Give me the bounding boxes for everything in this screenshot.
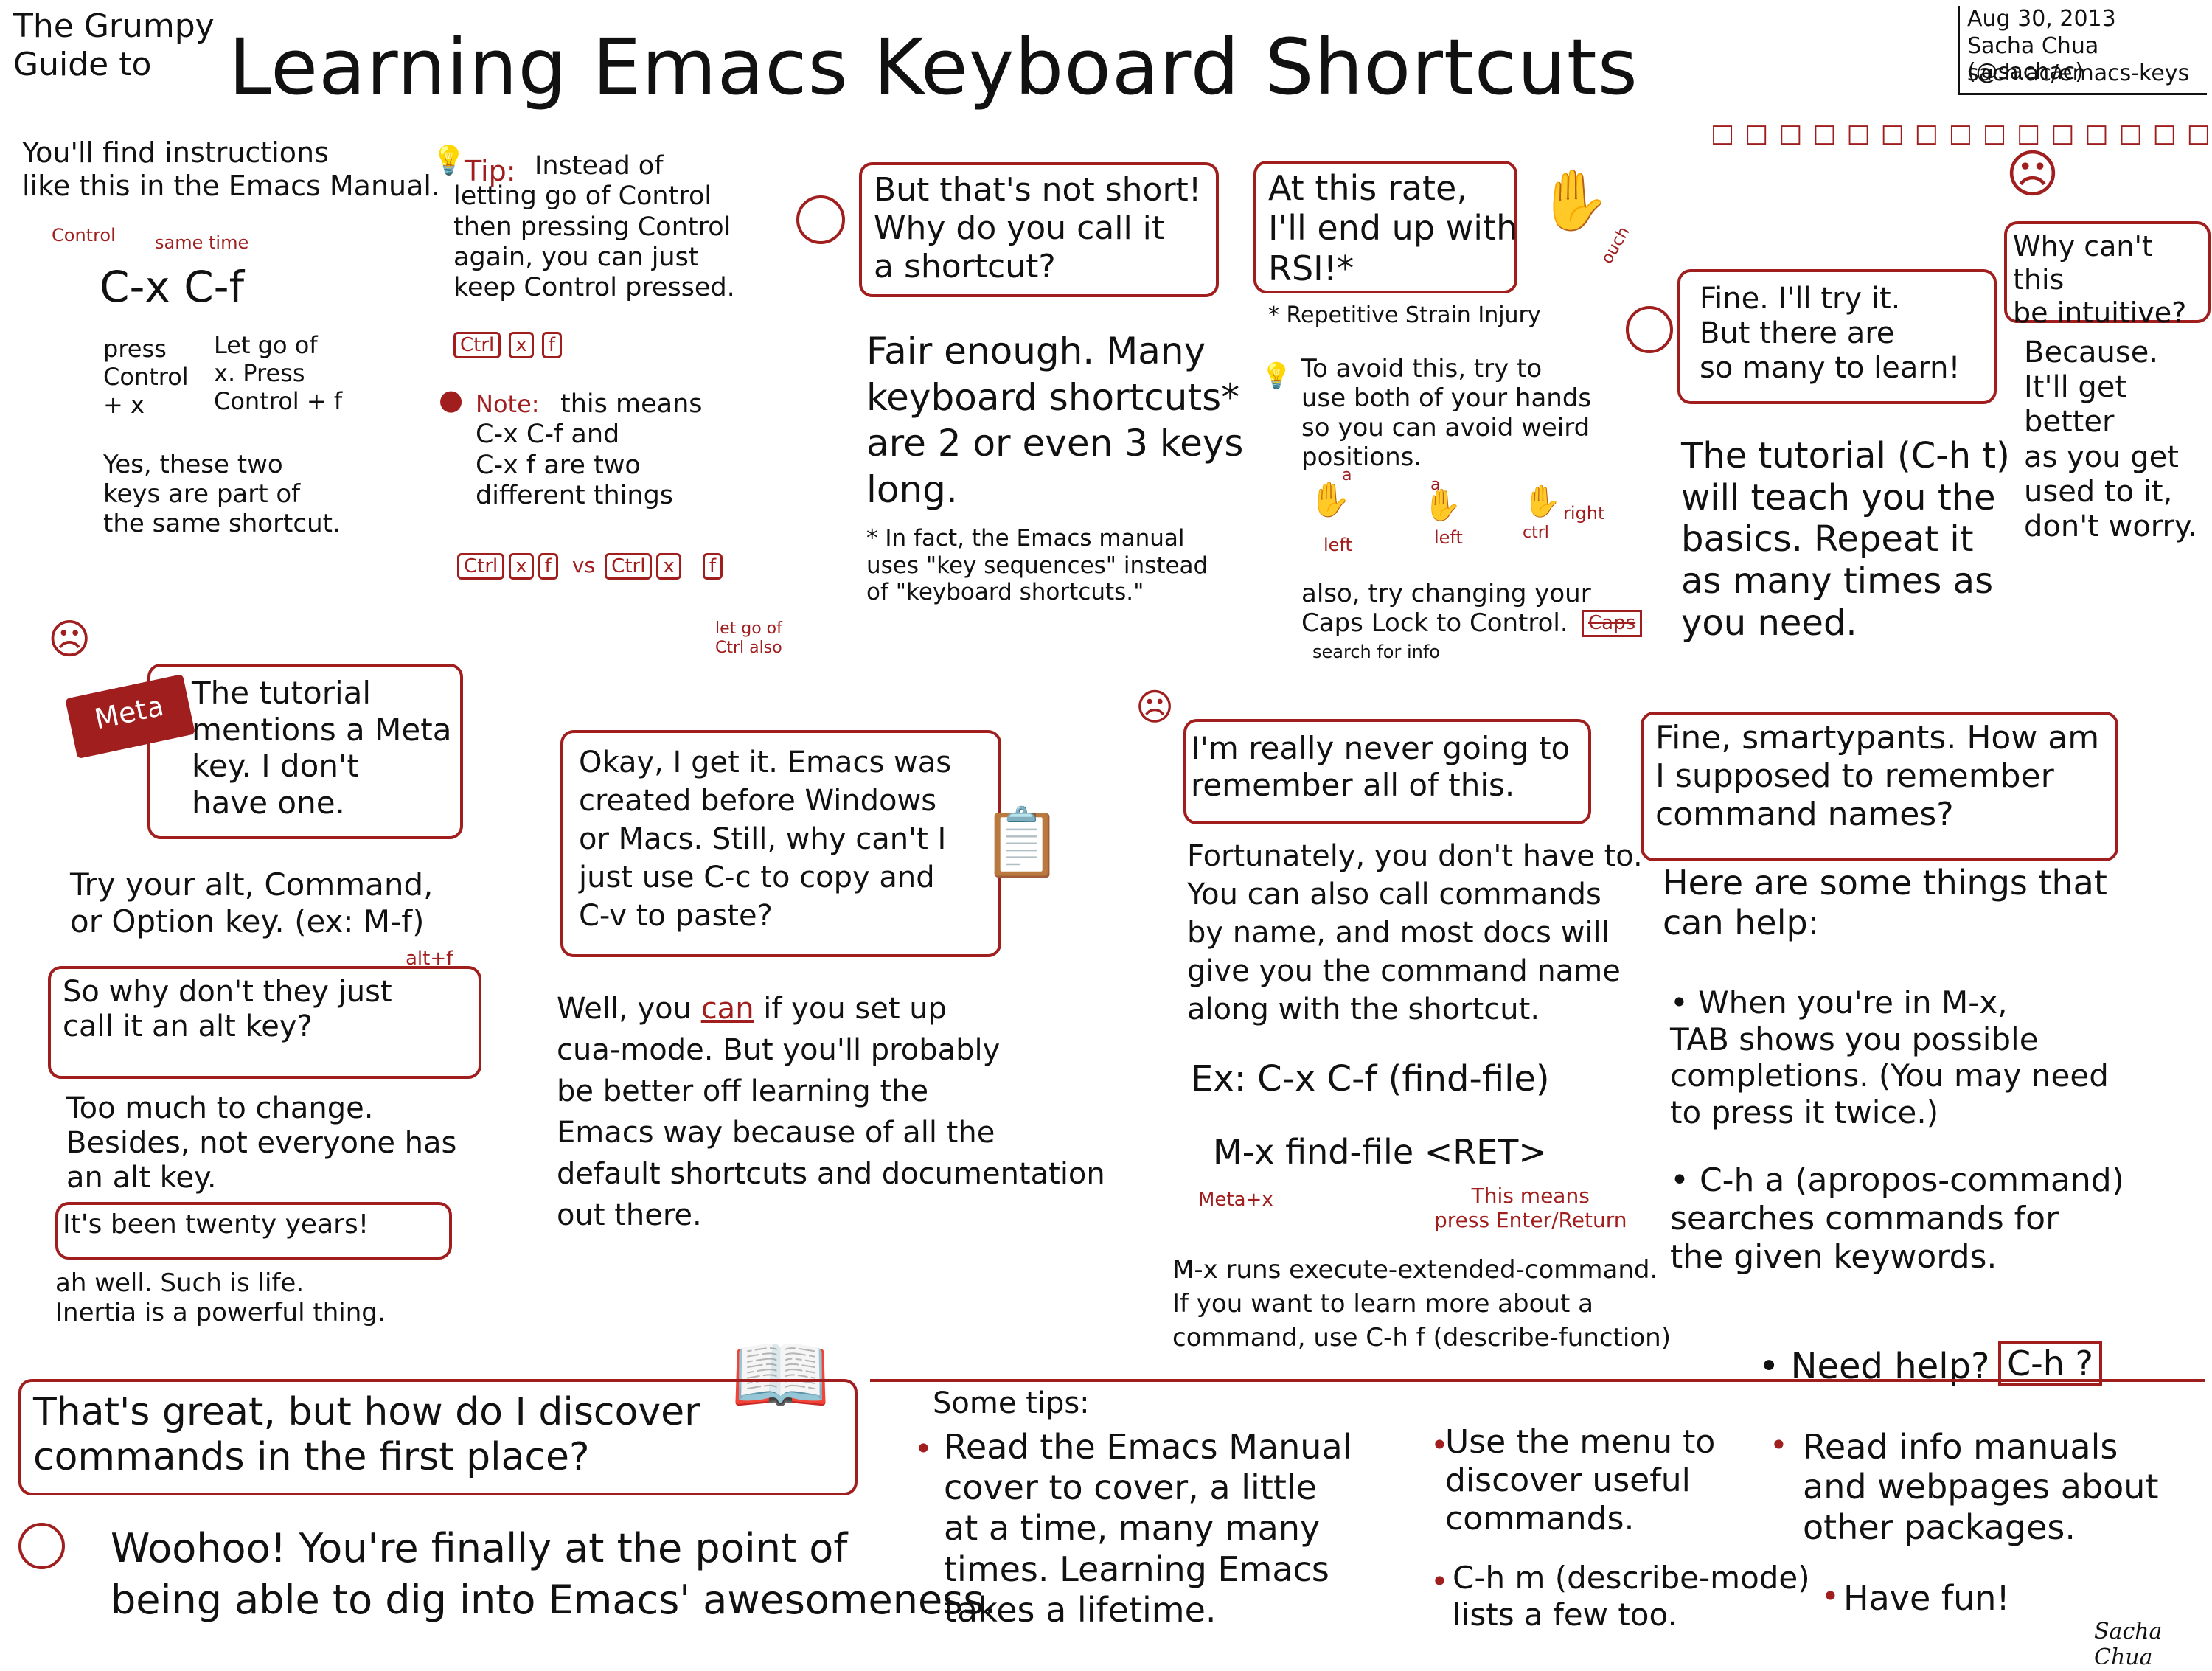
too-much-text: Too much to change. Besides, not everyon… bbox=[66, 1091, 457, 1195]
remember-bubble-text: I'm really never going to remember all o… bbox=[1191, 730, 1571, 803]
tip-keys: Ctrl x f bbox=[453, 332, 566, 358]
key-ctrl: Ctrl bbox=[453, 332, 501, 358]
cua-answer: Well, you can if you set up cua-mode. Bu… bbox=[557, 988, 1105, 1236]
url: sach.ac/emacs-keys bbox=[1967, 60, 2190, 86]
rsi-bubble-text: At this rate, I'll end up with RSI!* bbox=[1268, 168, 1518, 288]
key-x: x bbox=[656, 553, 681, 580]
frowning-face-icon bbox=[1626, 306, 1673, 353]
guide-subtitle: The Grumpy Guide to bbox=[13, 7, 215, 83]
meta-x-label: Meta+x bbox=[1198, 1189, 1273, 1211]
smiley-icon bbox=[18, 1523, 65, 1569]
manual-intro: You'll find instructions like this in th… bbox=[22, 136, 441, 202]
discover-bubble-text: That's great, but how do I discover comm… bbox=[33, 1390, 700, 1480]
remember-answer: Fortunately, you don't have to. You can … bbox=[1187, 839, 1643, 1026]
hand-label-right: right bbox=[1563, 503, 1605, 524]
key-f: f bbox=[541, 332, 562, 358]
bullet-dot: • bbox=[1821, 1578, 1840, 1614]
angry-face-icon: ☹ bbox=[1135, 686, 1175, 729]
key-f: f bbox=[702, 553, 723, 580]
clipboard-icon: 📋 bbox=[981, 804, 1064, 881]
tip-read-manual: Read the Emacs Manual cover to cover, a … bbox=[944, 1427, 1352, 1630]
discover-answer: Woohoo! You're finally at the point of b… bbox=[111, 1525, 997, 1624]
cua-answer-pre: Well, you bbox=[557, 992, 701, 1026]
hand-label-ctrl: ctrl bbox=[1523, 524, 1549, 542]
label-control: Control bbox=[52, 225, 116, 246]
divider bbox=[870, 1379, 2205, 1382]
press-control-x: press Control + x bbox=[103, 335, 189, 419]
hand-icon: ✋ bbox=[1309, 479, 1352, 519]
bullet-dot: • bbox=[1770, 1427, 1788, 1463]
bomb-icon: ● bbox=[439, 383, 464, 416]
signature: Sacha Chua bbox=[2094, 1619, 2163, 1671]
cua-answer-can: can bbox=[700, 992, 754, 1026]
search-info: search for info bbox=[1312, 642, 1440, 662]
hand-label-a2: a bbox=[1430, 476, 1441, 494]
intuitive-bubble-text: Why can't this be intuitive? bbox=[2013, 230, 2187, 329]
meta-bubble-text: The tutorial mentions a Meta key. I don'… bbox=[192, 675, 452, 821]
same-shortcut: Yes, these two keys are part of the same… bbox=[103, 450, 341, 539]
vs-label: vs bbox=[571, 553, 596, 577]
label-same-time: same time bbox=[155, 232, 249, 253]
inertia-text: ah well. Such is life. Inertia is a powe… bbox=[55, 1268, 386, 1328]
tip-describe-mode: C-h m (describe-mode) lists a few too. bbox=[1453, 1560, 1810, 1633]
names-bubble-text: Fine, smartypants. How am I supposed to … bbox=[1655, 719, 2100, 833]
caps-key: Caps bbox=[1582, 610, 1643, 637]
hand-icon: ✋ bbox=[1523, 483, 1562, 519]
frowning-face-icon bbox=[796, 195, 845, 244]
let-go-text: Let go of x. Press Control + f bbox=[214, 331, 343, 415]
enter-note: This means press Enter/Return bbox=[1434, 1184, 1627, 1233]
meta-answer: Try your alt, Command, or Option key. (e… bbox=[70, 866, 434, 939]
key-ctrl: Ctrl bbox=[457, 553, 505, 580]
cua-bubble-text: Okay, I get it. Emacs was created before… bbox=[579, 746, 952, 933]
hand-label-left2: left bbox=[1434, 527, 1463, 548]
tip-read-info: Read info manuals and webpages about oth… bbox=[1803, 1427, 2159, 1547]
rsi-tip: To avoid this, try to use both of your h… bbox=[1301, 354, 1592, 473]
key-ctrl: Ctrl bbox=[605, 553, 653, 580]
keys-compare: Ctrl x f vs Ctrl x f bbox=[457, 553, 727, 580]
let-go-also: let go of Ctrl also bbox=[715, 619, 782, 657]
notes-pile-icon: □□□□□□□□□□□□□□□□□□ bbox=[1711, 119, 2212, 148]
tip-text: Instead of letting go of Control then pr… bbox=[453, 151, 735, 303]
list-item: C-h a (apropos-command) searches command… bbox=[1670, 1161, 2124, 1276]
key-f: f bbox=[538, 553, 558, 580]
lightbulb-icon: 💡 bbox=[1261, 361, 1293, 391]
names-tips-list: When you're in M-x, TAB shows you possib… bbox=[1670, 984, 2124, 1276]
manual-keys: C-x C-f bbox=[100, 262, 245, 312]
learn-bubble-text: Fine. I'll try it. But there are so many… bbox=[1700, 282, 1961, 386]
shortcut-footnote: * In fact, the Emacs manual uses "key se… bbox=[866, 525, 1208, 606]
hand-label-a1: a bbox=[1342, 466, 1352, 484]
tip-have-fun: Have fun! bbox=[1843, 1578, 2010, 1618]
tips-title: Some tips: bbox=[933, 1386, 1090, 1420]
mx-line: M-x find-file <RET> bbox=[1213, 1132, 1547, 1172]
mx-runs-text: M-x runs execute-extended-command. If yo… bbox=[1172, 1255, 1671, 1352]
tip-use-menu: Use the menu to discover useful commands… bbox=[1445, 1423, 1716, 1538]
hand-icon: ✋ bbox=[1537, 166, 1611, 235]
shortcut-bubble-text: But that's not short! Why do you call it… bbox=[874, 171, 1202, 285]
hand-label-left1: left bbox=[1324, 535, 1352, 555]
key-x: x bbox=[509, 553, 534, 580]
example-line: Ex: C-x C-f (find-file) bbox=[1191, 1058, 1550, 1099]
names-intro: Here are some things that can help: bbox=[1663, 863, 2107, 943]
cua-answer-post: if you set up cua-mode. But you'll proba… bbox=[557, 992, 1105, 1232]
rsi-footnote: * Repetitive Strain Injury bbox=[1268, 302, 1541, 328]
note-text: this means C-x C-f and C-x f are two dif… bbox=[476, 389, 703, 510]
shortcut-answer: Fair enough. Many keyboard shortcuts* ar… bbox=[866, 330, 1244, 511]
angry-face-icon: ☹ bbox=[48, 616, 91, 664]
bullet-dot: • bbox=[1430, 1563, 1449, 1599]
date: Aug 30, 2013 bbox=[1967, 6, 2116, 32]
key-x: x bbox=[509, 332, 534, 358]
hand-icon: ✋ bbox=[1423, 487, 1462, 523]
intuitive-answer: Because. It'll get better as you get use… bbox=[2024, 336, 2197, 543]
twenty-years-text: It's been twenty years! bbox=[63, 1209, 369, 1240]
learn-answer: The tutorial (C-h t) will teach you the … bbox=[1681, 435, 2010, 644]
list-item: When you're in M-x, TAB shows you possib… bbox=[1670, 984, 2124, 1130]
caps-text: also, try changing your Caps Lock to Con… bbox=[1301, 579, 1591, 639]
bullet-dot: • bbox=[914, 1431, 933, 1467]
person-icon: ☹ bbox=[2006, 144, 2059, 204]
why-alt-bubble-text: So why don't they just call it an alt ke… bbox=[63, 975, 392, 1044]
page-title: Learning Emacs Keyboard Shortcuts bbox=[229, 22, 1638, 112]
